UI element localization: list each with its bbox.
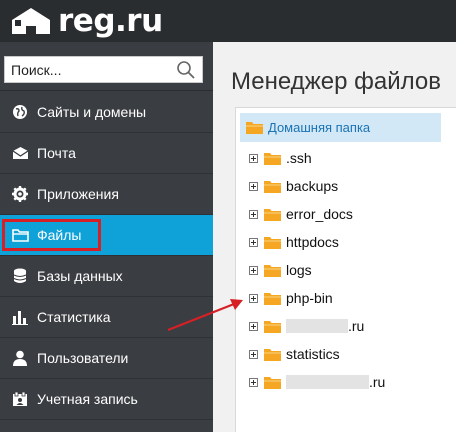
file-tree: Домашняя папка .ssh backups error_docs h…: [235, 107, 456, 432]
expand-icon[interactable]: [249, 321, 258, 331]
user-icon: [11, 349, 29, 367]
tree-item[interactable]: error_docs: [249, 204, 353, 224]
expand-icon[interactable]: [249, 293, 258, 303]
sidebar-item-label: Базы данных: [37, 268, 123, 284]
tree-item[interactable]: backups: [249, 176, 338, 196]
top-header: reg.ru: [0, 0, 456, 42]
logo-text: reg.ru: [58, 3, 163, 39]
tree-item-label: backups: [286, 178, 339, 194]
sidebar: Сайты и домены Почта Приложения Файлы: [0, 42, 213, 432]
sidebar-item-sites-domains[interactable]: Сайты и домены: [0, 92, 213, 133]
folder-icon: [264, 180, 281, 193]
tree-item-label: php-bin: [286, 290, 333, 306]
sidebar-item-label: Статистика: [37, 309, 111, 325]
database-icon: [11, 267, 29, 285]
expand-icon[interactable]: [249, 349, 258, 359]
search-box: [4, 56, 203, 83]
sidebar-item-users[interactable]: Пользователи: [0, 338, 213, 379]
sidebar-nav: Сайты и домены Почта Приложения Файлы Ба…: [0, 92, 213, 420]
sidebar-item-label: Приложения: [37, 186, 119, 202]
sidebar-item-label: Почта: [37, 145, 76, 161]
folder-icon: [264, 320, 281, 333]
tree-root-label: Домашняя папка: [268, 120, 371, 135]
tree-item-label: logs: [286, 262, 312, 278]
tree-item[interactable]: logs: [249, 260, 312, 280]
sidebar-item-files[interactable]: Файлы: [0, 215, 213, 256]
redacted-domain: [286, 319, 348, 333]
highlight-annotation: [2, 219, 101, 251]
brand-logo[interactable]: reg.ru: [10, 4, 163, 38]
expand-icon[interactable]: [249, 237, 258, 247]
redacted-domain: [286, 375, 369, 389]
tree-root-home[interactable]: Домашняя папка: [240, 113, 441, 142]
folder-icon: [246, 122, 263, 134]
sidebar-item-label: Пользователи: [37, 350, 129, 366]
tree-item-label: .ru: [348, 318, 365, 334]
tree-item-label: statistics: [286, 346, 340, 362]
search-icon[interactable]: [176, 60, 196, 80]
tree-item[interactable]: .ru: [249, 372, 385, 392]
tree-item[interactable]: .ru: [249, 316, 364, 336]
expand-icon[interactable]: [249, 181, 258, 191]
globe-icon: [11, 103, 29, 121]
expand-icon[interactable]: [249, 153, 258, 163]
search-input[interactable]: [11, 61, 171, 79]
sidebar-item-label: Учетная запись: [37, 391, 138, 407]
tree-item[interactable]: statistics: [249, 344, 340, 364]
sidebar-item-label: Сайты и домены: [37, 104, 147, 120]
bar-chart-icon: [11, 308, 29, 326]
folder-icon: [264, 152, 281, 165]
tree-item[interactable]: httpdocs: [249, 232, 339, 252]
sidebar-item-statistics[interactable]: Статистика: [0, 297, 213, 338]
gear-icon: [11, 185, 29, 203]
expand-icon[interactable]: [249, 265, 258, 275]
folder-icon: [264, 376, 281, 389]
tree-item[interactable]: php-bin: [249, 288, 333, 308]
expand-icon[interactable]: [249, 377, 258, 387]
folder-icon: [264, 236, 281, 249]
tree-item-label: .ru: [369, 374, 386, 390]
tree-item-label: .ssh: [286, 150, 312, 166]
sidebar-item-mail[interactable]: Почта: [0, 133, 213, 174]
search-area: [0, 42, 213, 91]
tree-item-label: httpdocs: [286, 234, 339, 250]
tree-item[interactable]: .ssh: [249, 148, 312, 168]
expand-icon[interactable]: [249, 209, 258, 219]
folder-icon: [264, 264, 281, 277]
sidebar-item-account[interactable]: Учетная запись: [0, 379, 213, 420]
account-icon: [11, 390, 29, 408]
tree-item-label: error_docs: [286, 206, 353, 222]
main-content: Менеджер файлов Домашняя папка .ssh back…: [213, 42, 456, 432]
folder-icon: [264, 292, 281, 305]
house-logo-icon: [12, 8, 50, 34]
mail-icon: [11, 144, 29, 162]
folder-icon: [264, 348, 281, 361]
page-title: Менеджер файлов: [231, 68, 441, 95]
folder-icon: [264, 208, 281, 221]
sidebar-item-databases[interactable]: Базы данных: [0, 256, 213, 297]
sidebar-item-apps[interactable]: Приложения: [0, 174, 213, 215]
